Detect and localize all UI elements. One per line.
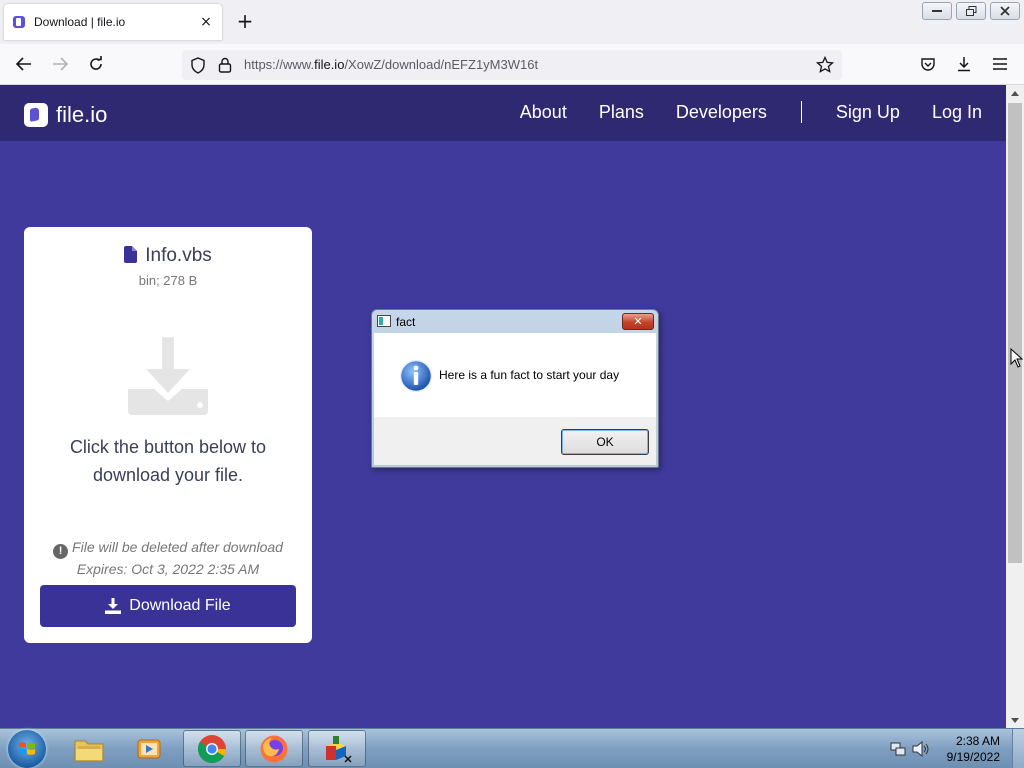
taskbar-script-host[interactable]: [308, 730, 366, 767]
start-button[interactable]: [8, 730, 46, 768]
show-desktop-button[interactable]: [1012, 729, 1024, 768]
ok-button[interactable]: OK: [561, 429, 649, 455]
taskbar-media-player[interactable]: [120, 730, 178, 767]
reload-icon: [90, 56, 102, 70]
minimize-icon: [932, 10, 942, 12]
download-icon: [958, 57, 970, 72]
back-button[interactable]: [14, 54, 34, 74]
file-io-logo-icon: [24, 103, 48, 127]
url-path: /XowZ/download/nEFZ1yM3W16t: [344, 57, 539, 72]
network-icon[interactable]: [890, 741, 906, 757]
volume-icon[interactable]: [912, 741, 930, 757]
info-exclamation-icon: !: [53, 544, 69, 559]
large-download-icon: [128, 337, 208, 415]
delete-note: File will be deleted after download: [72, 539, 283, 555]
dialog-message: Here is a fun fact to start your day: [439, 368, 620, 382]
file-name: Info.vbs: [145, 245, 212, 266]
restore-button[interactable]: [956, 2, 986, 20]
nav-sign-up[interactable]: Sign Up: [836, 102, 900, 123]
download-file-button[interactable]: Download File: [40, 585, 296, 627]
nav-plans[interactable]: Plans: [599, 102, 644, 123]
download-prompt: Click the button below to download your …: [69, 437, 267, 485]
windows-logo-icon: [19, 742, 35, 755]
pocket-icon: [921, 58, 935, 71]
restore-icon: [965, 6, 976, 16]
clock-date: 9/19/2022: [946, 750, 1000, 764]
browser-tab[interactable]: Download | file.io ×: [4, 4, 222, 40]
chrome-icon: [198, 734, 226, 763]
clock[interactable]: 2:38 AM 9/19/2022: [947, 733, 1000, 765]
pocket-button[interactable]: [918, 54, 938, 74]
dialog-body: Here is a fun fact to start your day: [374, 333, 656, 417]
window-close-button[interactable]: [990, 2, 1020, 20]
dialog-footer: OK: [374, 417, 656, 465]
tab-title: Download | file.io: [34, 15, 126, 29]
dialog-close-button[interactable]: ✕: [622, 313, 654, 330]
app-window-icon: [377, 315, 391, 327]
scroll-down-arrow-icon[interactable]: [1006, 712, 1024, 728]
nav-divider: [800, 101, 802, 123]
expiry-note: ! File will be deleted after download Exp…: [24, 537, 312, 579]
file-icon: [124, 246, 138, 263]
arrow-right-icon: [53, 57, 68, 71]
taskbar-explorer[interactable]: [60, 730, 118, 767]
download-card: Info.vbs bin; 278 B Click the button bel…: [24, 227, 312, 643]
url-domain: file.io: [314, 57, 345, 72]
mouse-cursor-icon: [1010, 348, 1024, 368]
script-host-icon: [326, 735, 352, 763]
message-dialog: fact ✕ Here is a fun fact to start your …: [371, 309, 659, 468]
hamburger-menu-icon: [993, 58, 1007, 70]
window-controls: [922, 2, 1020, 20]
scrollbar-thumb[interactable]: [1008, 103, 1022, 563]
taskbar-chrome[interactable]: [183, 730, 241, 767]
url-prefix: https://www.: [244, 57, 315, 72]
file-name-row: Info.vbs: [24, 245, 312, 267]
url-text[interactable]: https://www.file.io/XowZ/download/nEFZ1y…: [244, 57, 538, 72]
arrow-left-icon: [16, 57, 31, 71]
nav-about[interactable]: About: [520, 102, 567, 123]
media-player-icon: [137, 739, 161, 758]
page-scrollbar[interactable]: [1006, 85, 1024, 728]
menu-button[interactable]: [990, 54, 1010, 74]
download-file-label: Download File: [129, 597, 231, 614]
downloads-button[interactable]: [954, 54, 974, 74]
taskbar: 2:38 AM 9/19/2022: [0, 728, 1024, 768]
logo-text: file.io: [56, 102, 108, 127]
site-nav: About Plans Developers Sign Up Log In: [488, 101, 982, 123]
scroll-up-arrow-icon[interactable]: [1006, 85, 1024, 101]
reload-button[interactable]: [86, 54, 106, 74]
bookmark-star-icon[interactable]: [816, 56, 834, 74]
minimize-button[interactable]: [922, 2, 952, 20]
new-tab-button[interactable]: +: [234, 10, 256, 32]
close-icon: [1000, 6, 1010, 16]
forward-button[interactable]: [50, 54, 70, 74]
firefox-icon: [260, 735, 288, 762]
expires-text: Expires: Oct 3, 2022 2:35 AM: [76, 561, 260, 577]
site-header: file.io About Plans Developers Sign Up L…: [0, 85, 1006, 141]
clock-time: 2:38 AM: [955, 734, 1000, 748]
lock-icon[interactable]: [218, 57, 232, 73]
browser-tab-bar: Download | file.io × +: [0, 0, 1024, 44]
taskbar-firefox[interactable]: [245, 730, 303, 767]
download-icon: [105, 598, 122, 614]
nav-developers[interactable]: Developers: [676, 102, 767, 123]
site-logo[interactable]: file.io: [24, 102, 107, 128]
information-icon: [399, 359, 433, 393]
tab-close-icon[interactable]: ×: [198, 14, 214, 30]
shield-icon[interactable]: [190, 57, 206, 74]
browser-toolbar: https://www.file.io/XowZ/download/nEFZ1y…: [0, 44, 1024, 85]
file-meta: bin; 278 B: [138, 273, 198, 288]
address-bar[interactable]: https://www.file.io/XowZ/download/nEFZ1y…: [182, 50, 842, 80]
dialog-title: fact: [396, 315, 416, 329]
folder-icon: [74, 740, 104, 761]
file-io-favicon-icon: [13, 16, 25, 28]
nav-log-in[interactable]: Log In: [932, 102, 982, 123]
